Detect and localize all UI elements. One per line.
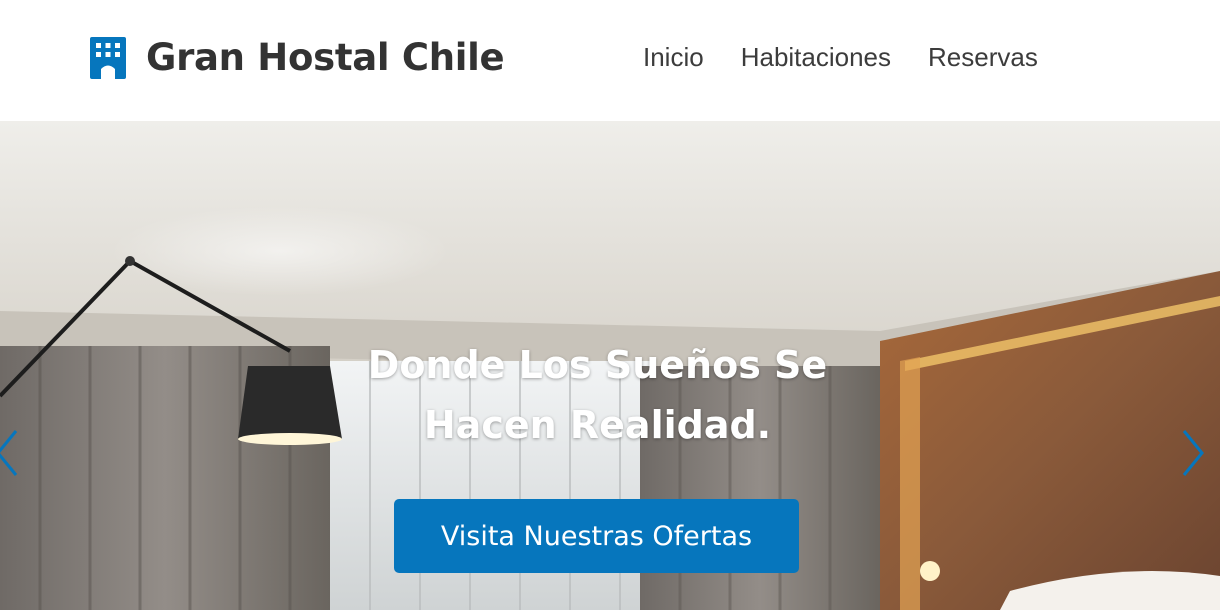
nav-item-reservas[interactable]: Reservas xyxy=(928,42,1038,73)
hero-carousel: Donde Los Sueños Se Hacen Realidad. Visi… xyxy=(0,121,1220,610)
nav-item-habitaciones[interactable]: Habitaciones xyxy=(741,42,891,73)
site-header: Gran Hostal Chile Inicio Habitaciones Re… xyxy=(0,0,1220,121)
chevron-right-icon[interactable] xyxy=(1178,427,1208,479)
brand-name: Gran Hostal Chile xyxy=(146,36,505,79)
hero-title: Donde Los Sueños Se Hacen Realidad. xyxy=(367,343,828,447)
brand[interactable]: Gran Hostal Chile xyxy=(88,36,505,79)
hotel-building-icon xyxy=(90,36,126,79)
chevron-left-icon[interactable] xyxy=(0,427,22,479)
main-nav: Inicio Habitaciones Reservas xyxy=(643,42,1038,73)
offers-button[interactable]: Visita Nuestras Ofertas xyxy=(394,499,799,573)
nav-item-inicio[interactable]: Inicio xyxy=(643,42,704,73)
